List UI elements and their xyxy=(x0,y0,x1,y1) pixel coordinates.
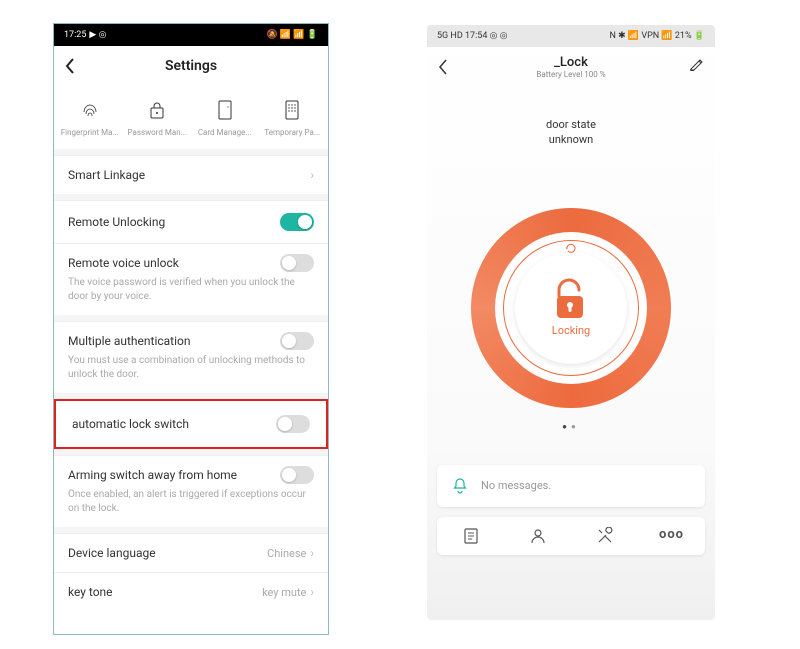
row-arming: Arming switch away from home Once enable… xyxy=(54,455,328,527)
status-left: 5G HD 17:54 ◎ ◎ xyxy=(437,31,508,41)
door-state: door state unknown xyxy=(427,117,715,148)
chevron-right-icon: › xyxy=(310,546,314,560)
door-state-label: door state xyxy=(427,117,715,132)
row-desc: The voice password is verified when you … xyxy=(68,276,314,303)
toggle-multi-auth[interactable] xyxy=(280,332,314,350)
row-smart-linkage[interactable]: Smart Linkage › xyxy=(54,155,328,194)
manager-fingerprint[interactable]: Fingerprint Ma... xyxy=(56,92,124,137)
page-dots: ●● xyxy=(427,422,715,431)
row-value: Chinese xyxy=(267,547,306,560)
manager-label: Password Man... xyxy=(124,128,192,137)
unlock-icon xyxy=(551,278,591,320)
toggle-remote-voice[interactable] xyxy=(280,254,314,272)
keypad-icon xyxy=(280,98,304,122)
lock-button[interactable]: Locking xyxy=(471,208,671,408)
header: Settings xyxy=(54,46,328,86)
row-label: Smart Linkage xyxy=(68,168,145,182)
status-app-icons: ▶ ◎ xyxy=(89,30,106,40)
row-value: key mute xyxy=(262,586,306,599)
manager-card[interactable]: Card Manage... xyxy=(191,92,259,137)
battery-level: Battery Level 100 % xyxy=(536,70,605,79)
chevron-right-icon: › xyxy=(310,168,314,182)
fingerprint-icon xyxy=(78,98,102,122)
messages-card[interactable]: No messages. xyxy=(437,465,705,507)
status-bar: 5G HD 17:54 ◎ ◎ N ✱ 📶 VPN 📶 21% 🔋 xyxy=(427,25,715,47)
settings-screen: 17:25 ▶ ◎ 🔕 📶 📶 🔋 Settings Fingerprint M… xyxy=(53,23,329,635)
row-multi-auth: Multiple authentication You must use a c… xyxy=(54,321,328,393)
nav-more[interactable]: ooo xyxy=(638,527,705,545)
lock-action-label: Locking xyxy=(552,324,590,337)
card-icon xyxy=(213,98,237,122)
management-row: Fingerprint Ma... Password Man... Card M… xyxy=(54,86,328,149)
toggle-auto-lock[interactable] xyxy=(276,415,310,433)
status-time: 17:25 xyxy=(64,30,86,40)
row-label: Device language xyxy=(68,546,156,560)
edit-button[interactable] xyxy=(689,57,703,71)
header: _Lock Battery Level 100 % xyxy=(427,47,715,87)
row-label: Arming switch away from home xyxy=(68,468,237,482)
device-name: _Lock xyxy=(536,55,605,70)
row-remote-voice: Remote voice unlock The voice password i… xyxy=(54,243,328,315)
status-system-icons: 🔕 📶 📶 🔋 xyxy=(266,30,318,40)
row-desc: Once enabled, an alert is triggered if e… xyxy=(68,488,314,515)
row-label: key tone xyxy=(68,585,113,599)
row-label: Multiple authentication xyxy=(68,334,190,348)
row-label: Remote voice unlock xyxy=(68,256,179,270)
row-desc: You must use a combination of unlocking … xyxy=(68,354,314,381)
manager-temporary[interactable]: Temporary Pa... xyxy=(259,92,327,137)
nav-users[interactable] xyxy=(504,527,571,545)
nav-logs[interactable] xyxy=(437,527,504,545)
highlighted-row: automatic lock switch xyxy=(54,399,328,449)
row-label: Remote Unlocking xyxy=(68,215,165,229)
toggle-remote-unlocking[interactable] xyxy=(280,213,314,231)
back-button[interactable] xyxy=(437,58,449,76)
messages-text: No messages. xyxy=(481,479,551,492)
row-auto-lock: automatic lock switch xyxy=(58,403,324,445)
manager-label: Card Manage... xyxy=(191,128,259,137)
bottom-nav: ooo xyxy=(437,517,705,555)
row-label: automatic lock switch xyxy=(72,417,189,431)
status-bar: 17:25 ▶ ◎ 🔕 📶 📶 🔋 xyxy=(54,24,328,46)
nav-tools[interactable] xyxy=(571,527,638,545)
bell-icon xyxy=(451,477,469,495)
toggle-arming[interactable] xyxy=(280,466,314,484)
manager-label: Temporary Pa... xyxy=(259,128,327,137)
page-title: Settings xyxy=(165,58,217,74)
row-remote-unlocking: Remote Unlocking xyxy=(54,200,328,243)
manager-password[interactable]: Password Man... xyxy=(124,92,192,137)
row-device-language[interactable]: Device language Chinese › xyxy=(54,533,328,572)
manager-label: Fingerprint Ma... xyxy=(56,128,124,137)
lock-screen: 5G HD 17:54 ◎ ◎ N ✱ 📶 VPN 📶 21% 🔋 _Lock … xyxy=(427,25,715,620)
chevron-right-icon: › xyxy=(310,585,314,599)
back-button[interactable] xyxy=(64,57,76,75)
status-right: N ✱ 📶 VPN 📶 21% 🔋 xyxy=(609,31,705,41)
lock-icon xyxy=(145,98,169,122)
reset-icon xyxy=(565,242,577,254)
door-state-value: unknown xyxy=(427,132,715,147)
row-key-tone[interactable]: key tone key mute › xyxy=(54,572,328,611)
